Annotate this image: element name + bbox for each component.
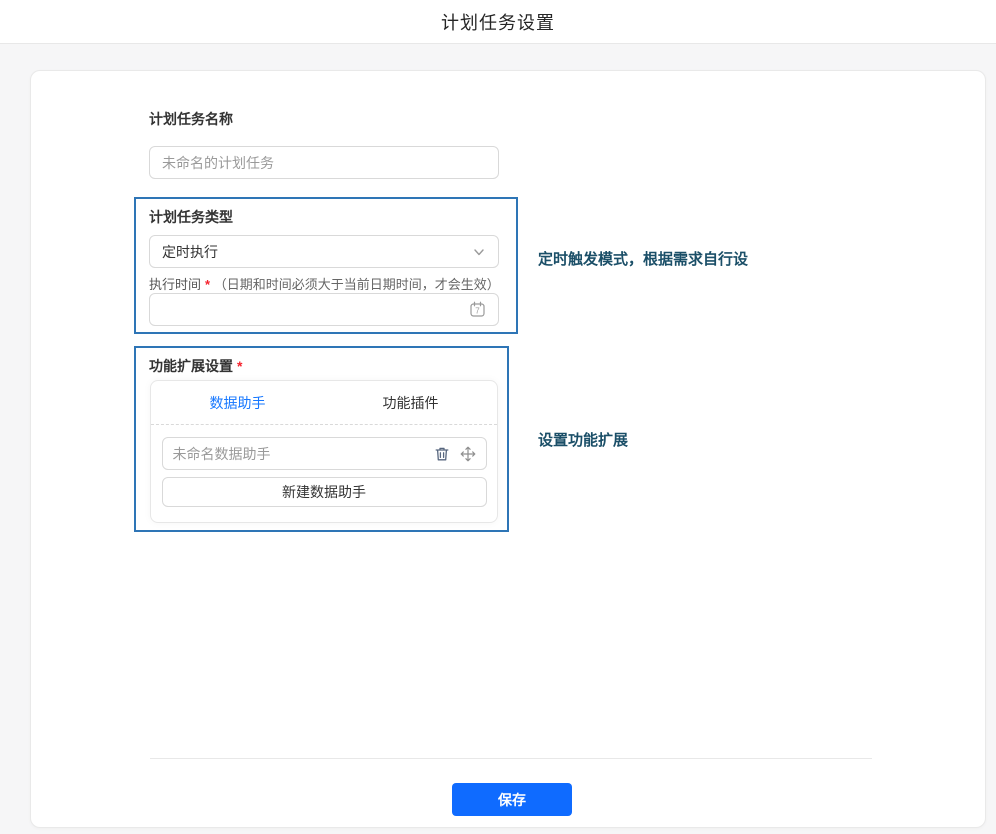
tab-function-plugin-label: 功能插件 [383,393,439,413]
assistant-item-actions [434,446,476,462]
tab-data-assistant-label: 数据助手 [210,393,266,413]
extension-label: 功能扩展设置 [149,358,233,374]
required-asterisk: * [237,358,242,374]
exec-time-label: 执行时间 [149,277,201,292]
calendar-icon[interactable]: 7 [469,301,486,318]
save-button[interactable]: 保存 [452,783,572,816]
chevron-down-icon [472,245,486,259]
annotation-extension: 设置功能扩展 [538,429,628,450]
exec-time-note-row: 执行时间 * （日期和时间必须大于当前日期时间，才会生效） [149,274,500,293]
annotation-task-type: 定时触发模式，根据需求自行设 [538,248,748,269]
tab-function-plugin[interactable]: 功能插件 [324,381,497,424]
settings-card: 计划任务名称 未命名的计划任务 计划任务类型 定时执行 执行时间 * （日期和时间… [30,70,986,828]
assistant-item-input[interactable]: 未命名数据助手 [162,437,487,470]
move-icon[interactable] [460,446,476,462]
new-assistant-button-label: 新建数据助手 [282,482,366,502]
new-assistant-button[interactable]: 新建数据助手 [162,477,487,507]
save-button-label: 保存 [498,790,526,810]
extension-panel: 数据助手 功能插件 未命名数据助手 [150,380,498,523]
assistant-item-text: 未命名数据助手 [173,444,434,464]
extension-label-row: 功能扩展设置* [149,356,242,376]
task-name-label: 计划任务名称 [149,109,233,129]
task-type-select[interactable]: 定时执行 [149,235,499,268]
exec-time-note: （日期和时间必须大于当前日期时间，才会生效） [214,277,500,292]
task-type-label: 计划任务类型 [149,207,233,227]
task-type-selected-value: 定时执行 [162,242,218,262]
tab-data-assistant[interactable]: 数据助手 [151,381,324,424]
required-asterisk: * [205,277,210,292]
svg-text:7: 7 [475,307,480,316]
page-title: 计划任务设置 [441,9,555,35]
task-name-input[interactable]: 未命名的计划任务 [149,146,499,179]
extension-tabs: 数据助手 功能插件 [151,381,497,425]
page-header: 计划任务设置 [0,0,996,44]
task-name-input-text: 未命名的计划任务 [162,153,274,173]
trash-icon[interactable] [434,446,450,462]
exec-time-date-input[interactable]: 7 [149,293,499,326]
footer-divider [150,758,872,759]
